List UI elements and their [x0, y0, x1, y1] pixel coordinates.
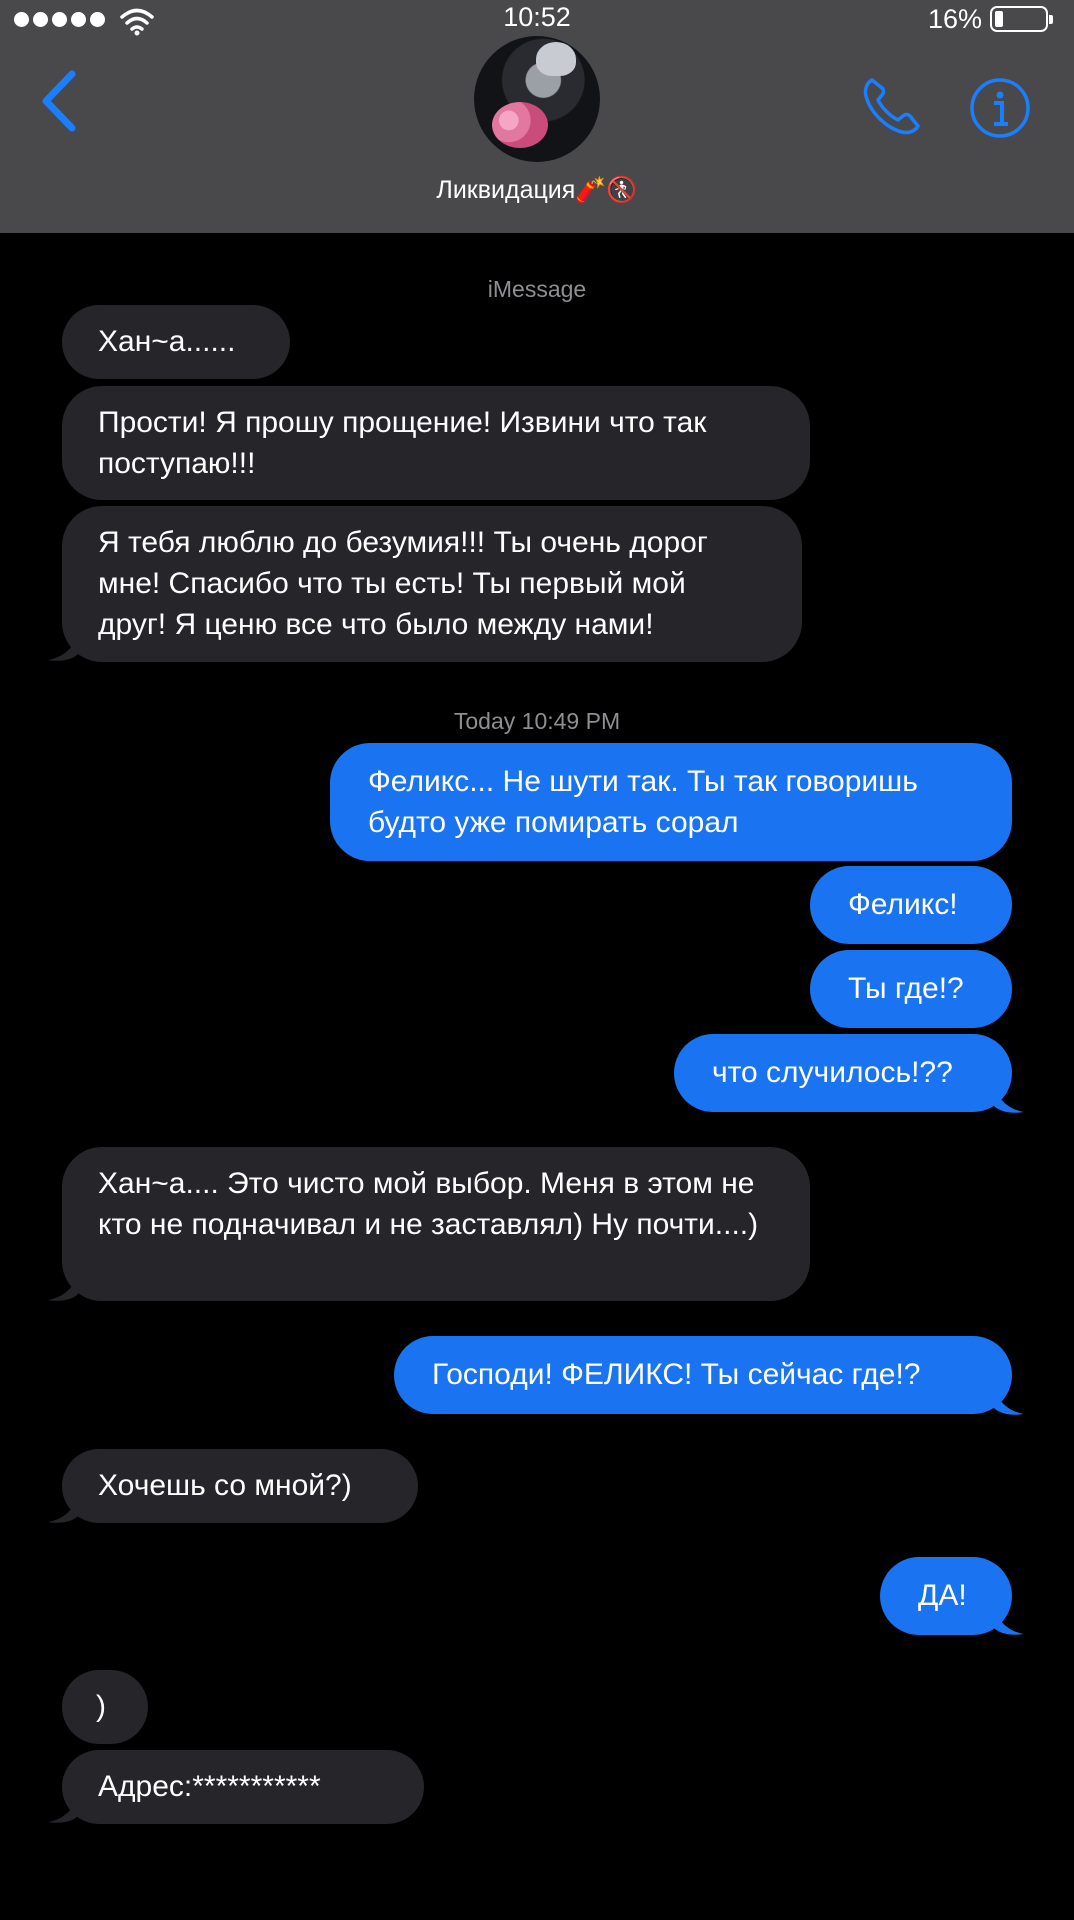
- message-text: ): [96, 1690, 106, 1723]
- message-text: Феликс... Не шути так. Ты так говоришь б…: [368, 765, 918, 839]
- back-chevron-icon[interactable]: [34, 66, 84, 136]
- message-text: Господи! ФЕЛИКС! Ты сейчас где!?: [432, 1358, 921, 1391]
- outgoing-message[interactable]: что случилось!??: [674, 1034, 1012, 1112]
- outgoing-message[interactable]: ДА!: [880, 1557, 1012, 1635]
- message-text: Я тебя люблю до безумия!!! Ты очень доро…: [98, 526, 708, 641]
- contact-emoji: 🧨🚷: [575, 176, 638, 204]
- contact-name-text: Ликвидация: [436, 176, 576, 204]
- info-icon[interactable]: [968, 76, 1032, 140]
- outgoing-message[interactable]: Ты где!?: [810, 950, 1012, 1028]
- incoming-message[interactable]: Адрес:***********: [62, 1750, 424, 1824]
- bubble-tail: [994, 1608, 1024, 1635]
- bubble-tail: [48, 1274, 78, 1301]
- message-text: Хан~а.... Это чисто мой выбор. Меня в эт…: [98, 1167, 759, 1241]
- message-text: Феликс!: [848, 888, 958, 921]
- bubble-tail: [994, 1388, 1024, 1415]
- incoming-message[interactable]: Прости! Я прошу прощение! Извини что так…: [62, 386, 810, 500]
- outgoing-message[interactable]: Феликс!: [810, 866, 1012, 944]
- battery-icon: [990, 6, 1053, 32]
- message-text: Адрес:***********: [98, 1770, 321, 1803]
- bubble-tail: [994, 1086, 1024, 1113]
- incoming-message[interactable]: Хан~а......: [62, 305, 290, 379]
- message-text: Ты где!?: [848, 972, 964, 1005]
- bubble-tail: [48, 1496, 78, 1523]
- incoming-message[interactable]: Я тебя люблю до безумия!!! Ты очень доро…: [62, 506, 802, 662]
- outgoing-message[interactable]: Феликс... Не шути так. Ты так говоришь б…: [330, 743, 1012, 861]
- incoming-message[interactable]: Хочешь со мной?): [62, 1449, 418, 1523]
- timestamp: Today 10:49 PM: [453, 708, 621, 734]
- incoming-message[interactable]: ): [62, 1670, 148, 1744]
- message-text: Хочешь со мной?): [98, 1469, 352, 1502]
- message-text: что случилось!??: [712, 1056, 953, 1089]
- service-label: iMessage: [487, 276, 587, 302]
- contact-name[interactable]: Ликвидация🧨🚷: [0, 176, 1074, 205]
- status-time: 10:52: [503, 2, 571, 32]
- status-bar: 10:52 16%: [0, 0, 1074, 40]
- message-text: Прости! Я прошу прощение! Извини что так…: [98, 406, 707, 480]
- phone-icon[interactable]: [858, 72, 926, 140]
- message-text: ДА!: [918, 1579, 967, 1612]
- message-text: Хан~а......: [98, 325, 236, 358]
- contact-avatar[interactable]: [474, 36, 600, 162]
- conversation-header: 10:52 16% Ликвидация🧨🚷: [0, 0, 1074, 233]
- incoming-message[interactable]: Хан~а.... Это чисто мой выбор. Меня в эт…: [62, 1147, 810, 1301]
- bubble-tail: [48, 1796, 78, 1823]
- bubble-tail: [48, 634, 78, 661]
- outgoing-message[interactable]: Господи! ФЕЛИКС! Ты сейчас где!?: [394, 1336, 1012, 1414]
- battery-percent: 16%: [928, 4, 983, 34]
